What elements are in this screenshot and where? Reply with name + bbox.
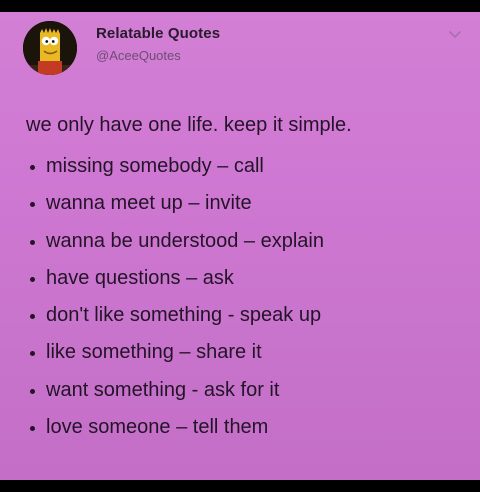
frame-bottom-bar: [0, 480, 480, 492]
bullet-dot-icon: [30, 314, 35, 320]
list-item-text: love someone – tell them: [46, 416, 269, 439]
bullet-dot-icon: [30, 426, 35, 432]
bullet-list: missing somebody – call wanna meet up – …: [26, 153, 466, 440]
avatar[interactable]: [23, 21, 77, 75]
list-item: wanna meet up – invite: [26, 190, 466, 216]
user-name[interactable]: Relatable Quotes: [96, 25, 220, 42]
list-item-text: missing somebody – call: [46, 155, 264, 177]
list-item: want something - ask for it: [26, 377, 466, 403]
chevron-down-icon[interactable]: [448, 30, 462, 40]
tweet-card: Relatable Quotes @AceeQuotes we only hav…: [0, 12, 480, 480]
bullet-dot-icon: [30, 239, 35, 245]
frame-top-bar: [0, 0, 480, 12]
bullet-dot-icon: [30, 388, 35, 394]
list-item-text: like something – share it: [46, 341, 262, 364]
list-item: don't like something - speak up: [26, 302, 466, 328]
list-item: love someone – tell them: [26, 414, 466, 440]
bullet-dot-icon: [30, 202, 35, 208]
list-item-text: don't like something - speak up: [46, 304, 322, 327]
list-item-text: want something - ask for it: [46, 378, 280, 401]
list-item-text: wanna meet up – invite: [46, 192, 252, 215]
list-item: wanna be understood – explain: [26, 228, 466, 254]
tweet-body: we only have one life. keep it simple. m…: [26, 112, 466, 451]
list-item: missing somebody – call: [26, 153, 466, 179]
list-item-text: wanna be understood – explain: [46, 229, 324, 252]
tweet-intro: we only have one life. keep it simple.: [26, 114, 352, 136]
list-item: like something – share it: [26, 339, 466, 365]
bullet-dot-icon: [30, 351, 35, 357]
cartoon-character-avatar-icon: [23, 21, 77, 75]
bullet-dot-icon: [30, 276, 35, 282]
user-handle[interactable]: @AceeQuotes: [96, 48, 181, 63]
list-item-text: have questions – ask: [46, 266, 234, 289]
bullet-dot-icon: [30, 165, 35, 170]
list-item: have questions – ask: [26, 265, 466, 291]
